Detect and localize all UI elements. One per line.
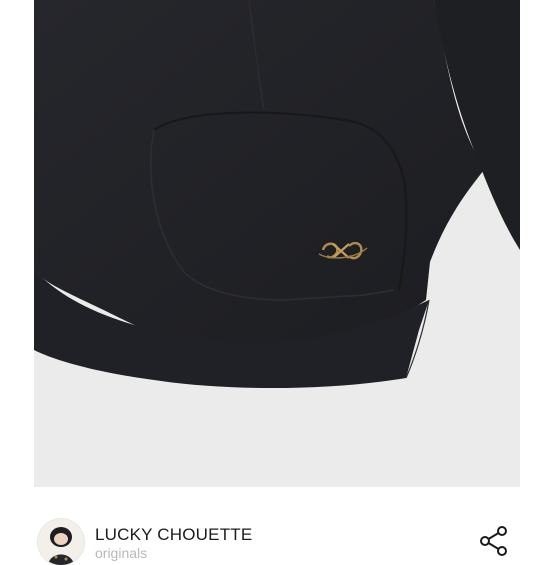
avatar-image	[38, 519, 84, 565]
brand-avatar[interactable]	[38, 519, 84, 565]
brand-subtitle: originals	[95, 545, 148, 561]
brand-name[interactable]: LUCKY CHOUETTE	[95, 525, 252, 545]
share-button[interactable]	[477, 524, 511, 558]
jacket-closeup-photo	[34, 0, 520, 487]
brand-row[interactable]: LUCKY CHOUETTE originals	[0, 510, 554, 565]
product-image[interactable]	[34, 0, 520, 487]
share-icon	[480, 526, 507, 556]
